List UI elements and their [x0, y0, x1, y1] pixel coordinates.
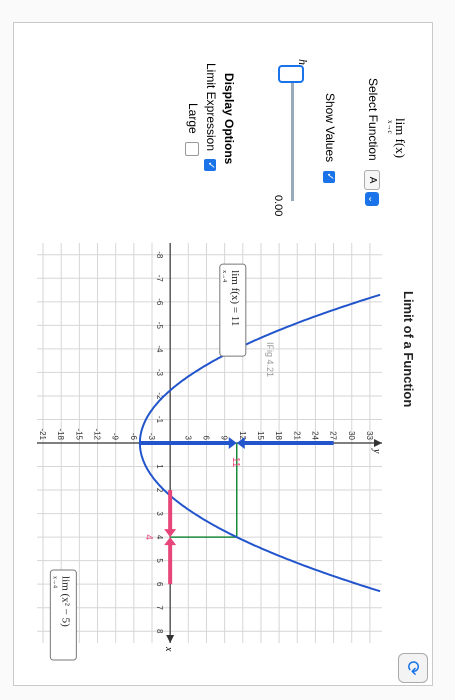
x-tick-label: -7 — [155, 275, 164, 283]
x-tick-label: -4 — [155, 345, 164, 353]
x-tick-label: -1 — [155, 416, 164, 424]
y-axis-arrow — [374, 439, 382, 447]
y-arrow-head-below — [228, 437, 237, 449]
x-tick-label: -3 — [155, 369, 164, 377]
chevron-down-icon[interactable]: ⌄ — [365, 192, 379, 207]
large-row: Large — [185, 103, 200, 157]
y-tick-label: 9 — [220, 436, 229, 441]
large-checkbox[interactable] — [185, 142, 200, 157]
y-tick-label: -12 — [93, 428, 102, 440]
x-arrow-head-left — [164, 529, 177, 538]
limit-notation-text: lim f(x) — [393, 118, 408, 159]
y-tick-label: 30 — [347, 431, 356, 440]
y-tick-label: 3 — [183, 436, 192, 441]
y-tick-label: 21 — [292, 431, 301, 440]
y-tick-label: 6 — [201, 436, 210, 441]
x-axis-arrow — [166, 635, 175, 643]
show-values-checkbox[interactable]: ✓ — [323, 170, 336, 183]
x-tick-label: 3 — [155, 511, 164, 516]
x-tick-label: 5 — [155, 558, 164, 563]
y-marker-label: 11 — [230, 457, 241, 468]
limit-notation: lim f(x) x→c — [386, 118, 408, 158]
y-tick-label: -18 — [56, 428, 65, 440]
limit-expression-label: Limit Expression — [204, 63, 218, 152]
show-values-row: Show Values ✓ — [323, 93, 337, 183]
limit-expression-checkbox[interactable]: ✓ — [204, 159, 217, 172]
x-tick-label: -6 — [155, 298, 164, 306]
x-axis-label: x — [163, 646, 174, 652]
applet-frame: ⟳ Limit of a Function lim f(x) x→c Selec… — [13, 22, 433, 686]
x-tick-label: 7 — [155, 605, 164, 610]
right-limit-text: lim (x² − 5) — [59, 576, 71, 627]
x-tick-label: 6 — [155, 582, 164, 587]
x-tick-label: -8 — [155, 251, 164, 259]
h-slider-track[interactable] — [291, 73, 294, 201]
y-tick-label: -21 — [38, 428, 47, 440]
y-tick-label: -15 — [74, 428, 83, 440]
display-options-title: Display Options — [222, 73, 236, 165]
x-tick-label: 1 — [155, 464, 164, 469]
limit-expression-row: Limit Expression ✓ — [204, 63, 218, 172]
left-limit-sub: x→4 — [221, 270, 227, 282]
x-tick-label: 8 — [155, 629, 164, 634]
y-tick-label: 18 — [274, 431, 283, 440]
y-tick-label: 24 — [310, 431, 319, 440]
y-tick-label: 33 — [365, 431, 374, 440]
x-marker-label: 4 — [143, 534, 154, 540]
y-tick-label: -6 — [129, 433, 138, 441]
h-slider-handle[interactable] — [278, 65, 304, 83]
y-axis-label: y — [371, 448, 382, 454]
x-tick-label: -5 — [155, 322, 164, 330]
h-slider-value: 0.00 — [272, 195, 284, 217]
show-values-label: Show Values — [323, 93, 337, 163]
select-function-row: Select Function A⌄ — [364, 78, 380, 207]
function-select[interactable]: A — [364, 170, 380, 191]
large-label: Large — [186, 103, 200, 134]
y-tick-label: 15 — [256, 431, 265, 440]
right-limit-sub: x→4 — [51, 576, 57, 588]
x-tick-label: 4 — [155, 535, 164, 540]
x-arrow-head-right — [164, 537, 177, 546]
select-function-label: Select Function — [365, 78, 380, 161]
y-tick-label: 27 — [329, 431, 338, 440]
y-tick-label: -3 — [147, 433, 156, 441]
page-title: Limit of a Function — [401, 291, 416, 408]
function-graph[interactable]: xy-8-7-6-5-4-3-2-112345678-21 -18 -15 -12 -9… — [22, 223, 392, 663]
left-limit-text: lim f(x) = 11 — [229, 270, 241, 326]
app-window: ⟳ Limit of a Function lim f(x) x→c Selec… — [0, 0, 455, 700]
refresh-icon[interactable]: ⟳ — [398, 653, 428, 683]
y-tick-label: -9 — [111, 433, 120, 441]
